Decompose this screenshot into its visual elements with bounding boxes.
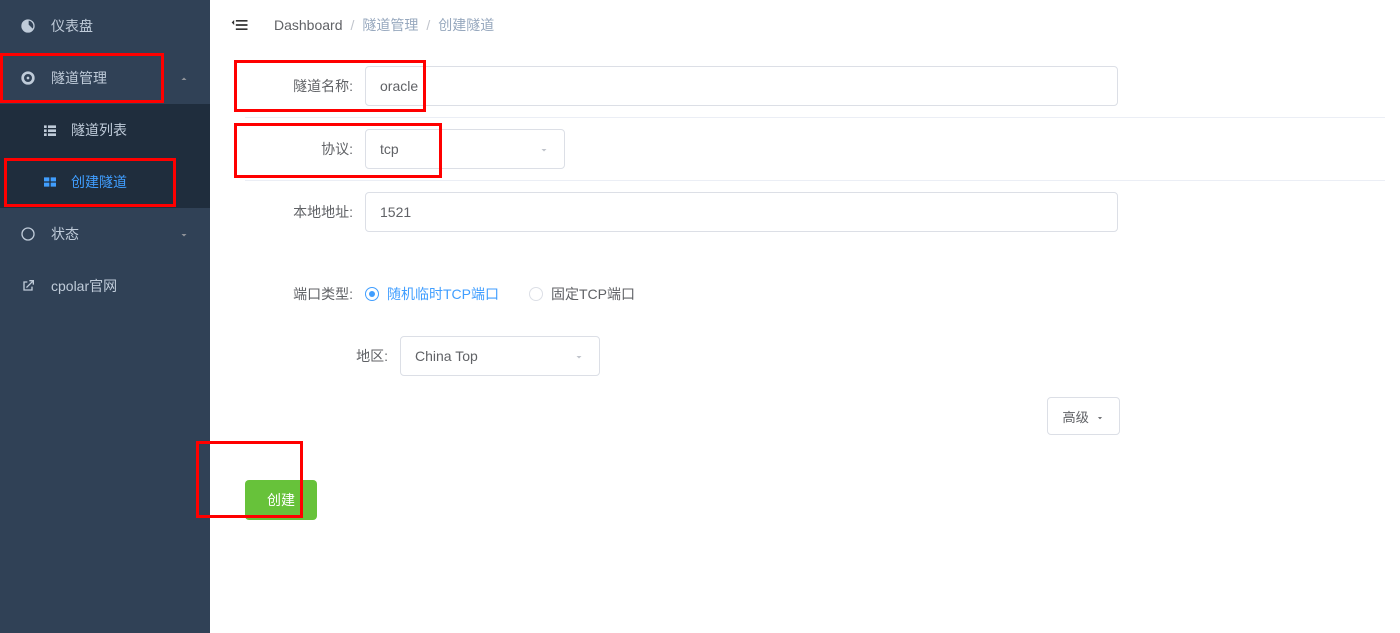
row-port-type: 端口类型: 随机临时TCP端口 固定TCP端口 (245, 263, 1385, 325)
sidebar-item-label: 创建隧道 (71, 172, 190, 192)
breadcrumb-tunnel-manage[interactable]: 隧道管理 (362, 15, 418, 35)
topbar: Dashboard / 隧道管理 / 创建隧道 (210, 0, 1400, 50)
advanced-button[interactable]: 高级 (1047, 397, 1120, 435)
protocol-value: tcp (380, 141, 399, 157)
grid-icon (42, 174, 58, 190)
protocol-label: 协议: (245, 139, 365, 159)
sidebar-item-label: 隧道列表 (71, 120, 190, 140)
tunnel-name-input[interactable] (365, 66, 1118, 106)
region-label: 地区: (245, 346, 400, 366)
row-advanced: 高级 (245, 387, 1120, 445)
row-region: 地区: China Top (245, 325, 1385, 387)
local-address-label: 本地地址: (245, 202, 365, 222)
row-tunnel-name: 隧道名称: (245, 55, 1385, 117)
sidebar-item-label: 仪表盘 (51, 16, 190, 36)
radio-label: 随机临时TCP端口 (387, 284, 499, 304)
external-link-icon (20, 278, 36, 294)
sidebar-item-label: 状态 (51, 224, 178, 244)
row-protocol: 协议: tcp (245, 117, 1385, 180)
sidebar-item-status[interactable]: 状态 (0, 208, 210, 260)
list-icon (42, 122, 58, 138)
sidebar-item-label: 隧道管理 (51, 68, 178, 88)
caret-down-icon (1095, 411, 1105, 421)
sidebar-item-tunnel-list[interactable]: 隧道列表 (0, 104, 210, 156)
actions: 创建 (245, 445, 1385, 520)
breadcrumb-create-tunnel: 创建隧道 (438, 15, 494, 35)
radio-circle-icon (529, 287, 543, 301)
sidebar-item-create-tunnel[interactable]: 创建隧道 (0, 156, 210, 208)
radio-label: 固定TCP端口 (551, 284, 635, 304)
port-type-fixed-radio[interactable]: 固定TCP端口 (529, 284, 635, 304)
breadcrumb: Dashboard / 隧道管理 / 创建隧道 (274, 15, 494, 35)
tunnel-name-label: 隧道名称: (245, 76, 365, 96)
breadcrumb-separator: / (426, 17, 430, 33)
region-select[interactable]: China Top (400, 336, 600, 376)
sidebar-item-dashboard[interactable]: 仪表盘 (0, 0, 210, 52)
status-icon (20, 226, 36, 242)
sidebar-item-tunnel-manage[interactable]: 隧道管理 (0, 52, 210, 104)
protocol-select[interactable]: tcp (365, 129, 565, 169)
sidebar-item-label: cpolar官网 (51, 276, 190, 296)
breadcrumb-separator: / (351, 17, 355, 33)
create-button-label: 创建 (267, 492, 295, 508)
region-value: China Top (415, 348, 478, 364)
create-tunnel-form: 隧道名称: 协议: tcp (245, 55, 1385, 520)
chevron-down-icon (573, 350, 585, 362)
create-button[interactable]: 创建 (245, 480, 317, 520)
advanced-button-label: 高级 (1062, 407, 1089, 426)
chevron-up-icon (178, 72, 190, 84)
sidebar-item-cpolar-site[interactable]: cpolar官网 (0, 260, 210, 312)
chevron-down-icon (538, 143, 550, 155)
port-type-label: 端口类型: (245, 284, 365, 304)
breadcrumb-dashboard[interactable]: Dashboard (274, 17, 343, 33)
content: 隧道名称: 协议: tcp (210, 50, 1400, 633)
local-address-input[interactable] (365, 192, 1118, 232)
chevron-down-icon (178, 228, 190, 240)
sidebar: 仪表盘 隧道管理 隧道列表 创建隧道 (0, 0, 210, 633)
port-type-random-radio[interactable]: 随机临时TCP端口 (365, 284, 499, 304)
menu-toggle-icon[interactable] (230, 15, 250, 35)
main: Dashboard / 隧道管理 / 创建隧道 隧道名称: 协议: (210, 0, 1400, 633)
dashboard-icon (20, 18, 36, 34)
target-icon (20, 70, 36, 86)
row-local-address: 本地地址: (245, 180, 1385, 243)
radio-circle-icon (365, 287, 379, 301)
